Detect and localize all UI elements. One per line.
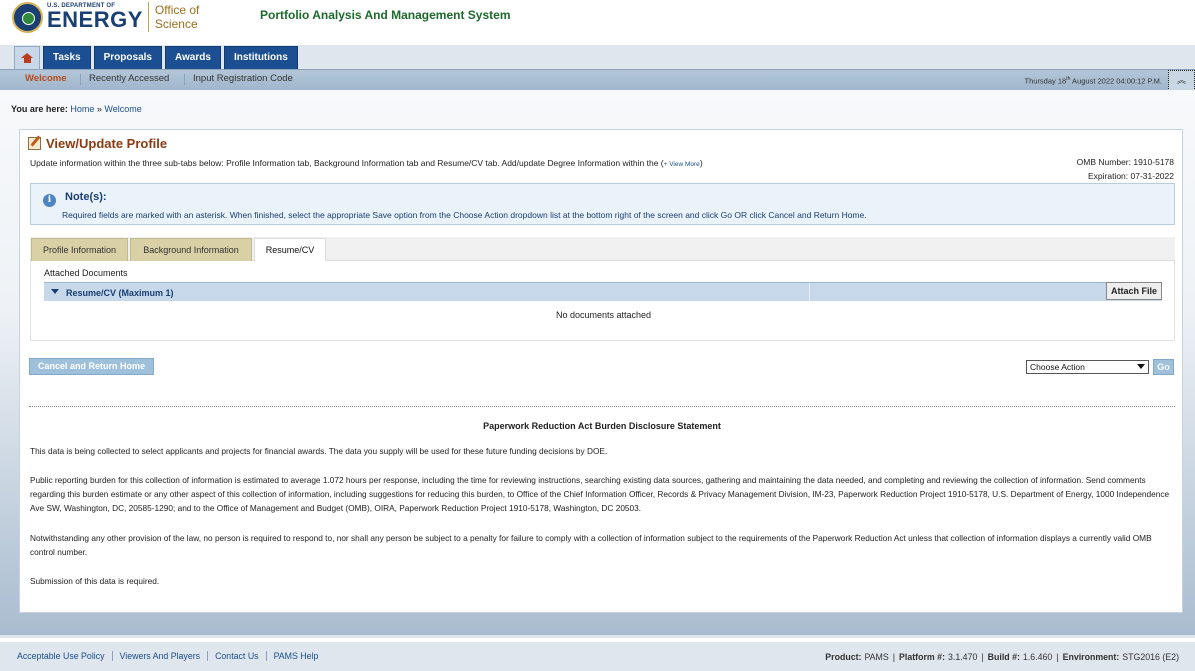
footer-build: Build #: 1.6.460: [988, 652, 1053, 662]
footer-divider: [111, 651, 113, 661]
tab-awards[interactable]: Awards: [164, 46, 221, 69]
date-prefix: Thursday 18: [1024, 76, 1067, 86]
collapse-header-button[interactable]: ︽: [1168, 70, 1195, 91]
prad-title: Paperwork Reduction Act Burden Disclosur…: [483, 421, 721, 431]
column-divider: [809, 283, 810, 301]
double-chevron-up-icon: ︽: [1176, 75, 1186, 85]
notes-title: Note(s):: [65, 191, 107, 203]
tab-tasks[interactable]: Tasks: [43, 46, 91, 69]
choose-action-value: Choose Action: [1030, 362, 1085, 372]
tab-profile-information[interactable]: Profile Information: [31, 238, 128, 261]
breadcrumb-welcome-link[interactable]: Welcome: [104, 104, 141, 114]
breadcrumb-label: You are here:: [11, 104, 68, 114]
prad-paragraph-2: Public reporting burden for this collect…: [30, 475, 1170, 513]
collapse-triangle-icon: [51, 289, 59, 294]
go-button[interactable]: Go: [1153, 359, 1174, 375]
breadcrumb-home-link[interactable]: Home: [70, 104, 94, 114]
profile-sub-tabs: Profile Information Background Informati…: [30, 237, 1175, 262]
footer-environment: Environment: STG2016 (E2): [1063, 652, 1179, 662]
environment-label: Environment:: [1062, 652, 1120, 662]
resume-cv-section-label: Resume/CV (Maximum 1): [66, 288, 174, 298]
current-datetime: Thursday 18th August 2022 04:00:12 P.M.: [1025, 76, 1162, 86]
page-title: View/Update Profile: [46, 136, 168, 151]
prad-paragraph-1: This data is being collected to select a…: [30, 446, 608, 456]
footer-link-acceptable-use-policy[interactable]: Acceptable Use Policy: [17, 651, 105, 661]
footer-divider: [207, 651, 209, 661]
page-description: Update information within the three sub-…: [30, 158, 703, 168]
omb-number: OMB Number: 1910-5178: [1076, 157, 1174, 167]
breadcrumb: You are here: Home » Welcome: [11, 104, 142, 114]
notes-text: Required fields are marked with an aster…: [62, 210, 867, 220]
build-value: 1.6.460: [1022, 652, 1053, 662]
footer-link-pams-help[interactable]: PAMS Help: [274, 651, 319, 661]
footer-version-info: Product: PAMS | Platform #: 3.1.470 | Build …: [825, 652, 1179, 662]
subnav: Welcome Recently Accessed Input Registra…: [0, 69, 1195, 95]
choose-action-select[interactable]: Choose Action: [1026, 360, 1149, 374]
logo-divider: [147, 2, 149, 32]
platform-value: 3.1.470: [948, 652, 978, 662]
page-description-end: ): [699, 158, 703, 168]
date-suffix: August 2022 04:00:12 P.M.: [1070, 76, 1162, 86]
page-title-row: View/Update Profile: [28, 136, 167, 151]
footer-divider: [265, 651, 267, 661]
omb-expiration: Expiration: 07-31-2022: [1087, 171, 1174, 181]
page-description-text: Update information within the three sub-…: [30, 158, 664, 168]
tab-background-information[interactable]: Background Information: [130, 238, 252, 261]
tab-proposals[interactable]: Proposals: [93, 46, 162, 69]
product-value: PAMS: [864, 652, 889, 662]
platform-label: Platform #:: [899, 652, 945, 662]
subnav-recently-accessed[interactable]: Recently Accessed: [89, 73, 169, 84]
subnav-input-registration-code[interactable]: Input Registration Code: [193, 73, 293, 84]
chevron-down-icon: [1137, 364, 1145, 369]
subnav-divider: [80, 74, 81, 85]
notes-box: i Note(s): Required fields are marked wi…: [30, 183, 1175, 225]
doe-seal-icon: [12, 1, 43, 33]
doe-logo[interactable]: U.S. DEPARTMENT OF ENERGY Office of Scie…: [12, 1, 199, 33]
tab-home[interactable]: [14, 46, 40, 69]
footer: Acceptable Use Policy Viewers And Player…: [0, 642, 1195, 671]
footer-link-viewers-and-players[interactable]: Viewers And Players: [120, 651, 201, 661]
edit-profile-icon: [28, 137, 41, 150]
footer-link-contact-us[interactable]: Contact Us: [215, 651, 259, 661]
build-label: Build #:: [987, 652, 1020, 662]
footer-platform: Platform #: 3.1.470: [899, 652, 977, 662]
app-title: Portfolio Analysis And Management System: [260, 8, 511, 22]
header: U.S. DEPARTMENT OF ENERGY Office of Scie…: [0, 0, 1195, 45]
breadcrumb-separator: »: [94, 104, 105, 114]
product-label: Product:: [825, 652, 862, 662]
footer-product: Product: PAMS: [825, 652, 888, 662]
attach-file-button[interactable]: Attach File: [1105, 282, 1162, 300]
environment-value: STG2016 (E2): [1122, 652, 1179, 662]
attached-documents-section: Attached Documents Resume/CV (Maximum 1)…: [30, 261, 1175, 341]
office-of-science: Office of Science: [155, 3, 199, 31]
home-icon: [21, 53, 33, 63]
doe-big-text: ENERGY: [47, 7, 143, 32]
profile-panel: View/Update Profile Update information w…: [19, 129, 1183, 613]
office-line2: Science: [154, 17, 198, 31]
resume-cv-section-header[interactable]: Resume/CV (Maximum 1) Attach File: [44, 282, 1162, 301]
tab-institutions[interactable]: Institutions: [223, 46, 298, 69]
omb-info: OMB Number: 1910-5178 Expiration: 07-31-…: [1077, 155, 1174, 183]
cancel-and-return-home-button[interactable]: Cancel and Return Home: [29, 358, 155, 375]
view-more-link[interactable]: + View More: [664, 161, 700, 168]
section-divider: [29, 406, 1175, 407]
no-documents-message: No documents attached: [555, 310, 652, 320]
attached-documents-label: Attached Documents: [44, 268, 128, 278]
info-icon: i: [43, 194, 56, 207]
prad-paragraph-3: Notwithstanding any other provision of t…: [30, 533, 1152, 557]
subnav-welcome[interactable]: Welcome: [25, 73, 67, 95]
subnav-divider: [184, 74, 185, 85]
prad-paragraph-4: Submission of this data is required.: [30, 576, 160, 586]
footer-links: Acceptable Use Policy Viewers And Player…: [17, 651, 318, 661]
tab-resume-cv[interactable]: Resume/CV: [254, 238, 326, 262]
main-tabs: Tasks Proposals Awards Institutions: [14, 46, 298, 69]
office-line1: Office of: [154, 3, 200, 17]
